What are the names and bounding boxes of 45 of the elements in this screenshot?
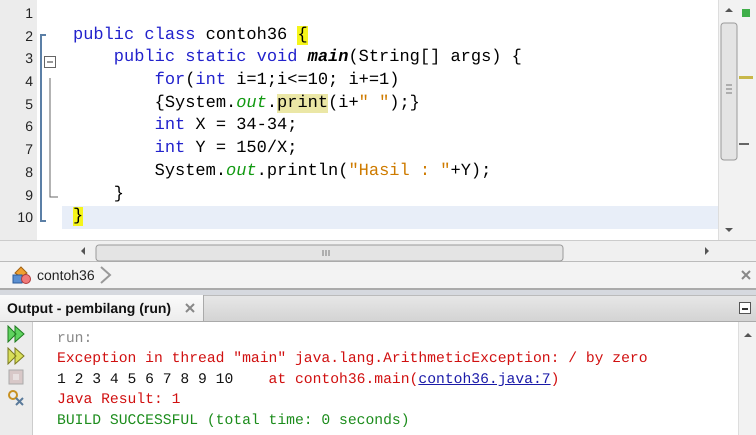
output-tab[interactable]: Output - pembilang (run) <box>0 295 204 321</box>
output-line: Exception in thread "main" java.lang.ArithmeticException: / by zero <box>57 350 649 370</box>
line-number: 8 <box>24 162 33 182</box>
output-line: BUILD SUCCESSFUL (total time: 0 seconds) <box>57 412 411 431</box>
occurrence-marker[interactable] <box>739 76 753 79</box>
scroll-right-icon[interactable] <box>705 247 709 255</box>
close-icon[interactable] <box>741 270 751 280</box>
code-line: } <box>112 184 126 206</box>
code-line: public static void main(String[] args) { <box>112 47 523 70</box>
source-link[interactable]: contoh36.java:7 <box>418 372 551 388</box>
collapse-icon[interactable] <box>44 56 56 68</box>
line-number: 10 <box>16 208 33 228</box>
line-number: 2 <box>24 26 33 46</box>
scroll-up-icon[interactable] <box>744 332 752 337</box>
stop-icon[interactable] <box>8 369 24 385</box>
rerun-icon[interactable] <box>7 347 25 365</box>
class-icon <box>12 266 32 284</box>
scrollbar-thumb[interactable] <box>720 22 738 160</box>
minimize-icon[interactable] <box>739 302 751 314</box>
scrollbar-thumb[interactable] <box>96 244 564 262</box>
breadcrumb-item[interactable]: contoh36 <box>37 264 95 286</box>
code-line: int X = 34-34; <box>154 115 298 138</box>
line-number: 5 <box>24 94 33 114</box>
output-line: run: <box>57 330 94 349</box>
code-line: System.out.println("Hasil : "+Y); <box>154 160 492 183</box>
chevron-icon[interactable] <box>98 265 113 285</box>
line-number: 3 <box>24 49 33 68</box>
code-line: public class contoh36 { <box>72 24 309 47</box>
scroll-left-icon[interactable] <box>81 247 85 255</box>
line-number: 9 <box>24 186 33 204</box>
scroll-up-icon[interactable] <box>725 8 733 12</box>
code-line: int Y = 150/X; <box>154 138 298 160</box>
scroll-down-icon[interactable] <box>725 228 733 232</box>
line-number: 7 <box>24 140 33 160</box>
status-marker[interactable] <box>742 9 750 17</box>
code-line: {System.out.print(i+" ");} <box>154 92 421 115</box>
output-line: 1 2 3 4 5 6 7 8 9 10 at contoh36.main(contoh36.java:7) <box>57 370 560 390</box>
settings-icon[interactable] <box>7 389 25 407</box>
code-line: for(int i=1;i<=10; i+=1) <box>154 70 400 92</box>
line-number: 4 <box>24 72 33 92</box>
line-number: 6 <box>24 117 33 136</box>
rerun-icon[interactable] <box>7 325 25 343</box>
close-icon[interactable] <box>185 303 196 313</box>
output-line: Java Result: 1 <box>57 391 182 410</box>
line-number: 1 <box>24 4 33 23</box>
